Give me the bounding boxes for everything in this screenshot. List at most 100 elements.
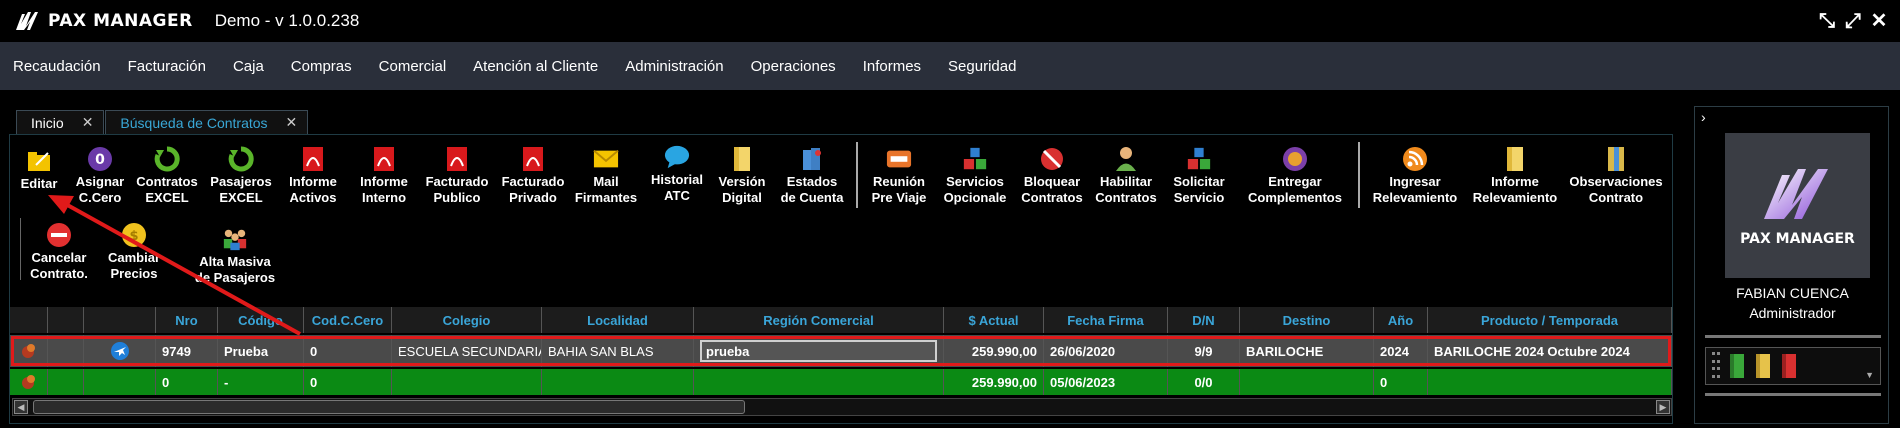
title-bar: PAX MANAGER Demo - v 1.0.0.238 ⤡ ⤢ ✕ <box>0 0 1900 42</box>
scroll-left-icon[interactable]: ◀ <box>14 400 28 414</box>
menu-facturacion[interactable]: Facturación <box>128 58 206 75</box>
scroll-right-icon[interactable]: ▶ <box>1656 400 1670 414</box>
header-dn[interactable]: D/N <box>1168 307 1240 333</box>
historial-atc-button[interactable]: Historial ATC <box>644 144 710 204</box>
pax-logo-icon <box>16 12 38 30</box>
tab-busqueda-contratos[interactable]: Búsqueda de Contratos ✕ <box>105 110 309 134</box>
toolbar-label: Precios <box>110 266 158 281</box>
toolbar-separator <box>1358 142 1360 208</box>
green-book-icon[interactable] <box>1728 353 1746 379</box>
menu-operaciones[interactable]: Operaciones <box>751 58 836 75</box>
toolbar-label: Informe <box>1491 174 1539 189</box>
horizontal-scrollbar[interactable]: ◀ ▶ <box>12 398 1672 416</box>
cell-dn: 0/0 <box>1168 369 1240 395</box>
informe-activos-button[interactable]: Informe Activos <box>282 146 344 206</box>
mail-firmantes-button[interactable]: Mail Firmantes <box>570 146 642 206</box>
header-actual[interactable]: $ Actual <box>944 307 1044 333</box>
cambiar-precios-button[interactable]: $ Cambiar Precios <box>98 222 170 282</box>
user-name: FABIAN CUENCA <box>1736 285 1849 301</box>
servicios-opcionales-button[interactable]: Servicios Opcionale <box>938 146 1012 206</box>
header-codigo[interactable]: Código <box>218 307 304 333</box>
menu-caja[interactable]: Caja <box>233 58 264 75</box>
version-digital-button[interactable]: Versión Digital <box>712 146 772 206</box>
user-role: Administrador <box>1749 305 1836 321</box>
close-icon[interactable]: ✕ <box>1868 10 1890 32</box>
header-localidad[interactable]: Localidad <box>542 307 694 333</box>
totals-row: 0 - 0 259.990,00 05/06/2023 0/0 0 <box>10 369 1672 395</box>
header-cell <box>48 307 84 333</box>
pasajeros-excel-button[interactable]: Pasajeros EXCEL <box>204 146 278 206</box>
user-sidebar: › PAX MANAGER FABIAN CUENCA Administrado… <box>1694 106 1889 424</box>
alta-masiva-pasajeros-button[interactable]: Alta Masiva de Pasajeros <box>182 226 288 286</box>
bloquear-contratos-button[interactable]: Bloquear Contratos <box>1014 146 1090 206</box>
solicitar-servicio-button[interactable]: Solicitar Servicio <box>1164 146 1234 206</box>
header-region-comercial[interactable]: Región Comercial <box>694 307 944 333</box>
pax-logo-icon <box>1763 168 1828 219</box>
header-cod-ccero[interactable]: Cod.C.Cero <box>304 307 392 333</box>
entregar-complementos-button[interactable]: Entregar Complementos <box>1240 146 1350 206</box>
contratos-excel-button[interactable]: Contratos EXCEL <box>132 146 202 206</box>
asignar-ccero-button[interactable]: 0 Asignar C.Cero <box>70 146 130 206</box>
habilitar-contratos-button[interactable]: Habilitar Contratos <box>1090 146 1162 206</box>
toolbar-label: Facturado <box>425 174 489 189</box>
facturado-privado-button[interactable]: Facturado Privado <box>496 146 570 206</box>
observaciones-contrato-button[interactable]: Observaciones Contrato <box>1566 146 1666 206</box>
close-icon[interactable]: ✕ <box>286 114 298 131</box>
row-cell <box>48 369 84 395</box>
menu-administracion[interactable]: Administración <box>625 58 723 75</box>
row-action-cell[interactable] <box>10 369 48 395</box>
rss-icon <box>1402 146 1428 172</box>
grip-handle-icon[interactable] <box>1712 352 1720 380</box>
toolbar-label: Activos <box>289 190 337 205</box>
toolbar-label: Opcionale <box>943 190 1007 205</box>
cancelar-contrato-button[interactable]: Cancelar Contrato. <box>24 222 94 282</box>
menu-compras[interactable]: Compras <box>291 58 352 75</box>
editar-button[interactable]: Editar <box>14 148 64 192</box>
menu-comercial[interactable]: Comercial <box>379 58 447 75</box>
toolbar-label: Contratos <box>1095 190 1157 205</box>
cell-colegio <box>392 369 542 395</box>
chevron-right-icon[interactable]: › <box>1701 109 1706 125</box>
contract-status-icon[interactable] <box>20 373 38 391</box>
toolbar-label: Relevamiento <box>1372 190 1458 205</box>
group-users-icon <box>222 226 248 252</box>
user-info: FABIAN CUENCA Administrador <box>1695 283 1890 323</box>
header-destino[interactable]: Destino <box>1240 307 1374 333</box>
sidebar-divider <box>1705 335 1881 338</box>
toolbar-label: Observaciones <box>1569 174 1663 189</box>
header-fecha-firma[interactable]: Fecha Firma <box>1044 307 1168 333</box>
menu-recaudacion[interactable]: Recaudación <box>13 58 101 75</box>
header-producto-temporada[interactable]: Producto / Temporada <box>1428 307 1672 333</box>
toolbar-label: de Pasajeros <box>194 270 276 285</box>
toolbar-label: Pre Viaje <box>871 190 927 205</box>
header-colegio[interactable]: Colegio <box>392 307 542 333</box>
dropdown-arrow-icon[interactable]: ▼ <box>1865 370 1874 380</box>
header-nro[interactable]: Nro <box>156 307 218 333</box>
close-icon[interactable]: ✕ <box>82 114 94 131</box>
informe-interno-button[interactable]: Informe Interno <box>352 146 416 206</box>
toolbar-label: Solicitar <box>1173 174 1225 189</box>
menu-informes[interactable]: Informes <box>863 58 921 75</box>
informe-relevamiento-button[interactable]: Informe Relevamiento <box>1466 146 1564 206</box>
notes-icon <box>1603 146 1629 172</box>
reunion-pre-viaje-button[interactable]: Reunión Pre Viaje <box>864 146 934 206</box>
toolbar-label: Editar <box>20 176 58 191</box>
toolbar-label: Digital <box>722 190 762 205</box>
maximize-icon[interactable]: ⤢ <box>1842 10 1864 32</box>
cell-cod-ccero: 0 <box>304 369 392 395</box>
cell-region-comercial <box>694 369 944 395</box>
menu-seguridad[interactable]: Seguridad <box>948 58 1016 75</box>
tab-inicio[interactable]: Inicio ✕ <box>16 110 105 134</box>
toolbar-label: Firmantes <box>574 190 638 205</box>
menu-atencion-cliente[interactable]: Atención al Cliente <box>473 58 598 75</box>
header-anio[interactable]: Año <box>1374 307 1428 333</box>
cubes-icon <box>962 146 988 172</box>
restore-icon[interactable]: ⤡ <box>1816 10 1838 32</box>
facturado-publico-button[interactable]: Facturado Publico <box>420 146 494 206</box>
red-book-icon[interactable] <box>1780 353 1798 379</box>
scrollbar-thumb[interactable] <box>33 400 745 414</box>
yellow-book-icon[interactable] <box>1754 353 1772 379</box>
estados-cuenta-button[interactable]: Estados de Cuenta <box>774 146 850 206</box>
cell-fecha-firma: 05/06/2023 <box>1044 369 1168 395</box>
ingresar-relevamiento-button[interactable]: Ingresar Relevamiento <box>1366 146 1464 206</box>
